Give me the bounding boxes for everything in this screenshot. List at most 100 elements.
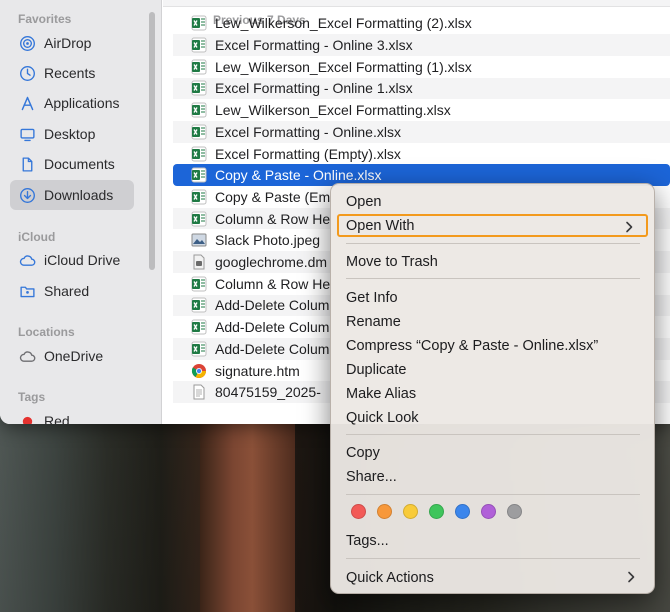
sidebar-item-tag-red[interactable]: Red bbox=[10, 406, 134, 424]
file-name: 80475159_2025- bbox=[215, 384, 321, 401]
menu-item-compress[interactable]: Compress “Copy & Paste - Online.xlsx” bbox=[337, 334, 648, 357]
menu-item-quick-actions[interactable]: Quick Actions bbox=[337, 566, 648, 589]
excel-icon bbox=[191, 189, 207, 205]
menu-item-quick-look[interactable]: Quick Look bbox=[337, 406, 648, 429]
excel-icon bbox=[191, 167, 207, 183]
menu-separator bbox=[346, 494, 640, 495]
sidebar-item-label: Red bbox=[44, 413, 70, 424]
file-name: Add-Delete Colum bbox=[215, 297, 330, 314]
file-name: Excel Formatting - Online 1.xlsx bbox=[215, 80, 413, 97]
file-name: Add-Delete Colum bbox=[215, 340, 330, 357]
sidebar-item-onedrive[interactable]: OneDrive bbox=[10, 341, 134, 371]
chevron-right-icon bbox=[628, 571, 635, 583]
file-row[interactable]: Excel Formatting - Online 1.xlsx bbox=[173, 77, 670, 100]
desktop-icon bbox=[18, 125, 36, 143]
shared-folder-icon bbox=[18, 282, 36, 300]
cloud-icon bbox=[18, 251, 36, 269]
sidebar-section-locations: Locations bbox=[18, 325, 75, 339]
disk-image-icon bbox=[191, 254, 207, 270]
sidebar-item-label: Applications bbox=[44, 95, 120, 111]
tag-color-green[interactable] bbox=[429, 504, 444, 519]
menu-item-copy[interactable]: Copy bbox=[337, 441, 648, 464]
menu-item-rename[interactable]: Rename bbox=[337, 310, 648, 333]
tag-color-red[interactable] bbox=[351, 504, 366, 519]
tag-color-orange[interactable] bbox=[377, 504, 392, 519]
file-name: Copy & Paste (Em bbox=[215, 188, 331, 205]
sidebar-item-downloads[interactable]: Downloads bbox=[10, 180, 134, 210]
image-icon bbox=[191, 232, 207, 248]
tree-trunk bbox=[200, 420, 295, 612]
file-name: Copy & Paste - Online.xlsx bbox=[215, 167, 382, 184]
chrome-icon bbox=[191, 363, 207, 379]
file-name: signature.htm bbox=[215, 362, 300, 379]
sidebar-item-desktop[interactable]: Desktop bbox=[10, 119, 134, 149]
excel-icon bbox=[191, 124, 207, 140]
sidebar-section-icloud: iCloud bbox=[18, 230, 56, 244]
file-row[interactable]: Lew_Wilkerson_Excel Formatting (2).xlsx bbox=[173, 13, 670, 35]
sidebar-item-label: Downloads bbox=[44, 187, 114, 203]
sidebar-item-icloud-drive[interactable]: iCloud Drive bbox=[10, 245, 134, 275]
menu-item-move-to-trash[interactable]: Move to Trash bbox=[337, 250, 648, 273]
file-name: Excel Formatting (Empty).xlsx bbox=[215, 145, 401, 162]
sidebar-scrollbar[interactable] bbox=[149, 12, 155, 270]
file-row[interactable]: Lew_Wilkerson_Excel Formatting (1).xlsx bbox=[173, 56, 670, 78]
file-name: googlechrome.dm bbox=[215, 254, 328, 271]
menu-separator bbox=[346, 243, 640, 244]
tag-color-blue[interactable] bbox=[455, 504, 470, 519]
applications-icon bbox=[18, 94, 36, 112]
file-row[interactable]: Lew_Wilkerson_Excel Formatting.xlsx bbox=[173, 99, 670, 121]
menu-item-open-with[interactable]: Open With bbox=[337, 214, 648, 237]
sidebar-item-label: Recents bbox=[44, 65, 96, 81]
excel-icon bbox=[191, 37, 207, 53]
tag-color-row bbox=[351, 504, 533, 522]
file-name: Lew_Wilkerson_Excel Formatting (1).xlsx bbox=[215, 58, 472, 75]
file-name: Lew_Wilkerson_Excel Formatting (2).xlsx bbox=[215, 15, 472, 32]
excel-icon bbox=[191, 319, 207, 335]
menu-item-get-info[interactable]: Get Info bbox=[337, 286, 648, 309]
menu-separator bbox=[346, 558, 640, 559]
menu-item-tags[interactable]: Tags... bbox=[337, 529, 648, 552]
finder-sidebar: Favorites AirDrop Recents Applications D… bbox=[0, 0, 162, 424]
file-row[interactable]: Excel Formatting (Empty).xlsx bbox=[173, 143, 670, 165]
excel-icon bbox=[191, 211, 207, 227]
document-icon bbox=[191, 384, 207, 400]
sidebar-item-airdrop[interactable]: AirDrop bbox=[10, 28, 134, 58]
file-name: Excel Formatting - Online.xlsx bbox=[215, 123, 401, 140]
sidebar-item-label: Shared bbox=[44, 283, 90, 299]
sidebar-section-tags: Tags bbox=[18, 390, 46, 404]
document-icon bbox=[18, 155, 36, 173]
tag-dot-icon bbox=[18, 412, 36, 424]
sidebar-item-shared[interactable]: Shared bbox=[10, 276, 134, 306]
tag-color-purple[interactable] bbox=[481, 504, 496, 519]
tag-color-yellow[interactable] bbox=[403, 504, 418, 519]
downloads-icon bbox=[18, 186, 36, 204]
menu-separator bbox=[346, 434, 640, 435]
chevron-right-icon bbox=[626, 221, 633, 233]
sidebar-section-favorites: Favorites bbox=[18, 12, 72, 26]
sidebar-item-applications[interactable]: Applications bbox=[10, 88, 134, 118]
sidebar-item-label: iCloud Drive bbox=[44, 252, 121, 268]
menu-separator bbox=[346, 278, 640, 279]
excel-icon bbox=[191, 102, 207, 118]
file-name: Add-Delete Colum bbox=[215, 319, 330, 336]
sidebar-item-documents[interactable]: Documents bbox=[10, 149, 134, 179]
excel-icon bbox=[191, 80, 207, 96]
sidebar-item-label: OneDrive bbox=[44, 348, 104, 364]
file-name: Excel Formatting - Online 3.xlsx bbox=[215, 37, 413, 54]
tag-color-gray[interactable] bbox=[507, 504, 522, 519]
menu-item-duplicate[interactable]: Duplicate bbox=[337, 358, 648, 381]
menu-item-make-alias[interactable]: Make Alias bbox=[337, 382, 648, 405]
file-row[interactable]: Excel Formatting - Online.xlsx bbox=[173, 121, 670, 143]
excel-icon bbox=[191, 146, 207, 162]
menu-item-share[interactable]: Share... bbox=[337, 465, 648, 488]
file-row[interactable]: Excel Formatting - Online 3.xlsx bbox=[173, 34, 670, 56]
excel-icon bbox=[191, 59, 207, 75]
excel-icon bbox=[191, 15, 207, 31]
clock-icon bbox=[18, 64, 36, 82]
file-name: Column & Row He bbox=[215, 210, 331, 227]
column-header-strip bbox=[163, 0, 670, 7]
sidebar-item-label: Desktop bbox=[44, 126, 96, 142]
menu-item-open[interactable]: Open bbox=[337, 190, 648, 213]
airdrop-icon bbox=[18, 34, 36, 52]
sidebar-item-recents[interactable]: Recents bbox=[10, 58, 134, 88]
